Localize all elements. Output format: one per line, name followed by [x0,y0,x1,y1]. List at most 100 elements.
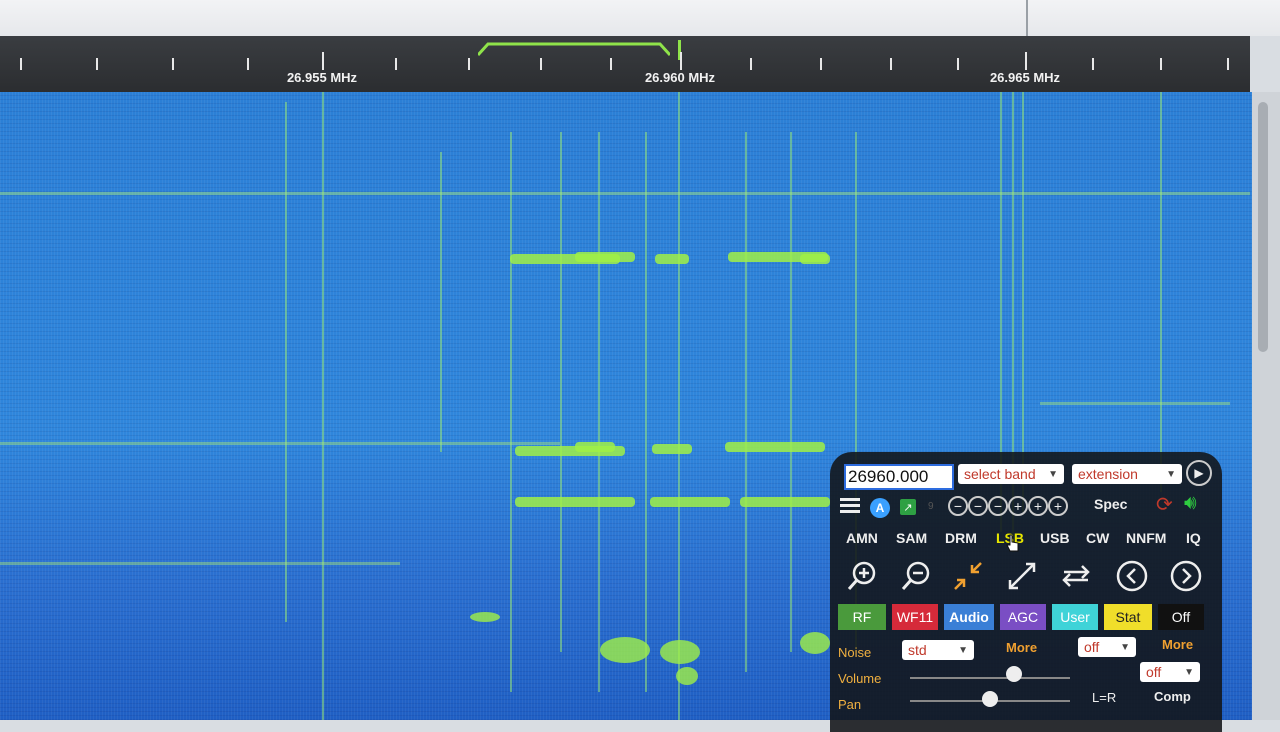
mode-sam[interactable]: SAM [896,530,927,546]
scrollbar-thumb[interactable] [1258,102,1268,352]
waterfall-signal-streak [652,444,692,454]
scale-tick [96,58,98,70]
menu-icon[interactable] [840,498,860,514]
waterfall-signal-streak [725,442,825,452]
scale-tick [540,58,542,70]
speaker-icon[interactable]: 🔊︎ [1184,492,1197,515]
waterfall-signal-trace [440,152,442,452]
waterfall-signal-trace [678,92,680,720]
scale-tick [468,58,470,70]
zoom-out-small-icon[interactable]: − [988,496,1008,516]
tab-wf11[interactable]: WF11 [892,604,938,630]
waterfall-signal-streak [575,252,635,262]
scale-tick [957,58,959,70]
scale-tick [322,52,324,70]
small-number: 9 [928,501,934,512]
scale-tick [20,58,22,70]
scale-tick [1092,58,1094,70]
waterfall-signal-blob [800,632,830,654]
mode-nnfm[interactable]: NNFM [1126,530,1166,546]
pan-label: Pan [838,697,862,712]
waterfall-noise-band [0,192,1250,195]
mode-amn[interactable]: AMN [846,530,878,546]
zoom-out-max-icon[interactable]: − [948,496,968,516]
pan-slider-handle[interactable] [982,691,998,707]
waterfall-signal-trace [645,132,647,692]
right-off-select[interactable]: off ▼ [1140,662,1200,682]
play-icon: ▶ [1194,466,1204,480]
mode-cw[interactable]: CW [1086,530,1109,546]
chevron-down-icon: ▼ [1048,468,1058,480]
scale-tick [680,52,682,70]
waterfall-signal-trace [745,132,747,672]
band-select[interactable]: select band ▼ [958,464,1064,484]
tab-agc[interactable]: AGC [1000,604,1046,630]
tab-off[interactable]: Off [1158,604,1204,630]
waterfall-signal-trace [1160,92,1162,492]
zoom-to-band-icon[interactable] [952,560,984,592]
extension-select[interactable]: extension ▼ [1072,464,1182,484]
scale-label-26965: 26.965 MHz [989,70,1061,85]
scale-tick [1160,58,1162,70]
zoom-in-max-icon[interactable]: + [1048,496,1068,516]
zoom-in-step-icon[interactable]: + [1028,496,1048,516]
noise-label: Noise [838,645,872,660]
frequency-scale[interactable]: 26.955 MHz 26.960 MHz 26.965 MHz [0,36,1250,92]
zoom-in-small-icon[interactable]: + [1008,496,1028,516]
noise-more-button[interactable]: More [1006,640,1037,655]
mode-iq[interactable]: IQ [1186,530,1201,546]
browser-top-strip [0,0,1280,40]
waterfall-signal-trace [560,132,562,652]
zoom-out-icon[interactable] [900,560,932,592]
scale-tick [820,58,822,70]
waterfall-signal-blob [470,612,500,622]
waterfall-signal-blob [660,640,700,664]
volume-slider-handle[interactable] [1006,666,1022,682]
mode-drm[interactable]: DRM [945,530,977,546]
chevron-down-icon: ▼ [1120,641,1130,653]
volume-slider[interactable] [910,677,1070,679]
waterfall-signal-streak [515,497,635,507]
zoom-in-icon[interactable] [846,560,878,592]
waterfall-signal-streak [655,254,689,264]
scale-label-26960: 26.960 MHz [644,70,716,85]
zoom-out-step-icon[interactable]: − [968,496,988,516]
scale-tick [750,58,752,70]
right-off-value: off [1146,664,1162,680]
spec-button[interactable]: Spec [1094,496,1127,512]
waterfall-signal-trace [1022,92,1024,512]
reload-icon[interactable]: ⟳ [1156,492,1173,517]
scale-tick [890,58,892,70]
extension-select-label: extension [1078,466,1138,482]
noise-off-value: off [1084,639,1100,655]
noise-select[interactable]: std ▼ [902,640,974,660]
tab-stat[interactable]: Stat [1104,604,1152,630]
play-button[interactable]: ▶ [1186,460,1212,486]
step-back-icon[interactable] [1116,560,1148,592]
tab-user[interactable]: User [1052,604,1098,630]
waterfall-signal-trace [598,132,600,692]
chevron-down-icon: ▼ [1184,666,1194,678]
scale-tick [1227,58,1229,70]
step-forward-icon[interactable] [1170,560,1202,592]
swap-arrows-icon[interactable] [1060,560,1092,592]
passband-indicator[interactable] [478,42,670,56]
zoom-full-icon[interactable] [1006,560,1038,592]
comp-button[interactable]: Comp [1154,689,1191,704]
mode-usb[interactable]: USB [1040,530,1070,546]
noise-off-select[interactable]: off ▼ [1078,637,1136,657]
waterfall-noise-band [0,442,560,445]
control-panel: select band ▼ extension ▼ ▶ A ↗ 9 − − − … [830,452,1222,732]
band-select-label: select band [964,466,1036,482]
waterfall-signal-streak [800,254,830,264]
frequency-input[interactable] [844,464,954,490]
right-more-button[interactable]: More [1162,637,1193,652]
waterfall-signal-blob [676,667,698,685]
page-scrollbar[interactable] [1252,92,1280,720]
tab-rf[interactable]: RF [838,604,886,630]
tab-audio[interactable]: Audio [944,604,994,630]
external-link-icon[interactable]: ↗ [900,499,916,515]
auto-badge[interactable]: A [870,498,890,518]
hand-cursor-icon [1006,534,1019,552]
chevron-down-icon: ▼ [958,644,968,656]
